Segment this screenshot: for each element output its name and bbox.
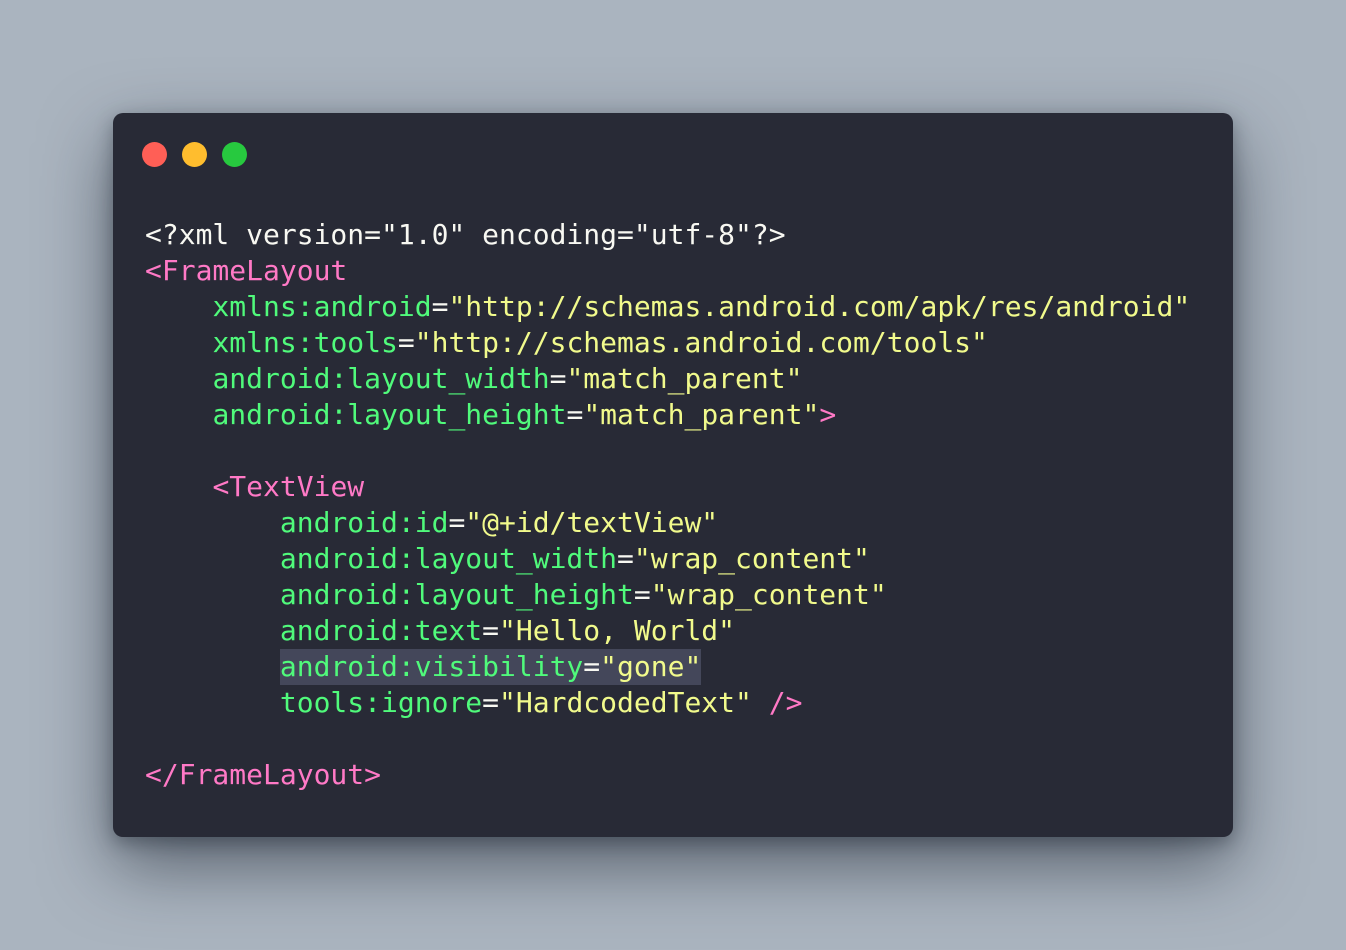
code-line-frame-open: <FrameLayout [145,253,1190,289]
textview-open-tag: <TextView [212,470,365,503]
attribute-value: "http://schemas.android.com/tools" [414,326,988,359]
equals-sign: = [448,506,466,539]
code-line-frame-attr: xmlns:tools="http://schemas.android.com/… [145,325,1190,361]
code-line-frame-close: </FrameLayout> [145,757,1190,793]
attribute-name: tools:ignore [279,686,483,719]
equals-sign: = [633,578,651,611]
equals-sign: = [549,362,567,395]
attribute-name: android:layout_width [212,362,550,395]
code-line-textview-attr: android:layout_width="wrap_content" [145,541,1190,577]
code-line-frame-attr: android:layout_height="match_parent"> [145,397,1190,433]
attribute-name: xmlns:tools [212,326,398,359]
frame-layout-open-tag: <FrameLayout [145,254,348,287]
xml-declaration: <?xml version="1.0" encoding="utf-8"?> [145,218,786,251]
attribute-name: android:text [279,614,483,647]
equals-sign: = [617,542,634,575]
equals-sign: = [482,614,500,647]
code-line-textview-attr-highlighted: android:visibility="gone" [145,649,1190,685]
equals-sign: = [482,686,500,719]
attribute-name: android:visibility [279,650,584,683]
attribute-name: android:id [279,506,449,539]
code-window: <?xml version="1.0" encoding="utf-8"?> <F… [113,113,1233,837]
code-line-textview-attr: android:id="@+id/textView" [145,505,1190,541]
attribute-value: "gone" [600,650,702,683]
attribute-value: "@+id/textView" [465,506,719,539]
attribute-name: android:layout_height [279,578,634,611]
minimize-button[interactable] [182,142,207,167]
equals-sign: = [397,326,415,359]
attribute-value: "match_parent" [583,398,820,431]
attribute-name: xmlns:android [212,290,432,323]
attribute-name: android:layout_height [212,398,567,431]
equals-sign: = [431,290,449,323]
code-line-textview-attr: android:layout_height="wrap_content" [145,577,1190,613]
self-closing-tag: /> [751,686,803,719]
frame-layout-close-tag: </FrameLayout> [145,758,382,791]
attribute-value: "Hello, World" [499,614,736,647]
attribute-value: "match_parent" [566,362,803,395]
code-line-textview-attr: tools:ignore="HardcodedText" /> [145,685,1190,721]
attribute-value: "wrap_content" [633,542,870,575]
equals-sign: = [566,398,584,431]
zoom-button[interactable] [222,142,247,167]
code-block[interactable]: <?xml version="1.0" encoding="utf-8"?> <F… [145,217,1190,793]
tag-close-bracket: > [819,398,837,431]
equals-sign: = [583,650,601,683]
code-line-textview-open: <TextView [145,469,1190,505]
code-line-textview-attr: android:text="Hello, World" [145,613,1190,649]
close-button[interactable] [142,142,167,167]
highlighted-line: android:visibility="gone" [279,649,702,685]
code-line-xml-declaration: <?xml version="1.0" encoding="utf-8"?> [145,217,1190,253]
attribute-name: android:layout_width [279,542,618,575]
code-line-frame-attr: xmlns:android="http://schemas.android.co… [145,289,1190,325]
attribute-value: "wrap_content" [650,578,887,611]
code-line-frame-attr: android:layout_width="match_parent" [145,361,1190,397]
attribute-value: "http://schemas.android.com/apk/res/andr… [448,290,1191,323]
attribute-value: "HardcodedText" [499,686,752,719]
